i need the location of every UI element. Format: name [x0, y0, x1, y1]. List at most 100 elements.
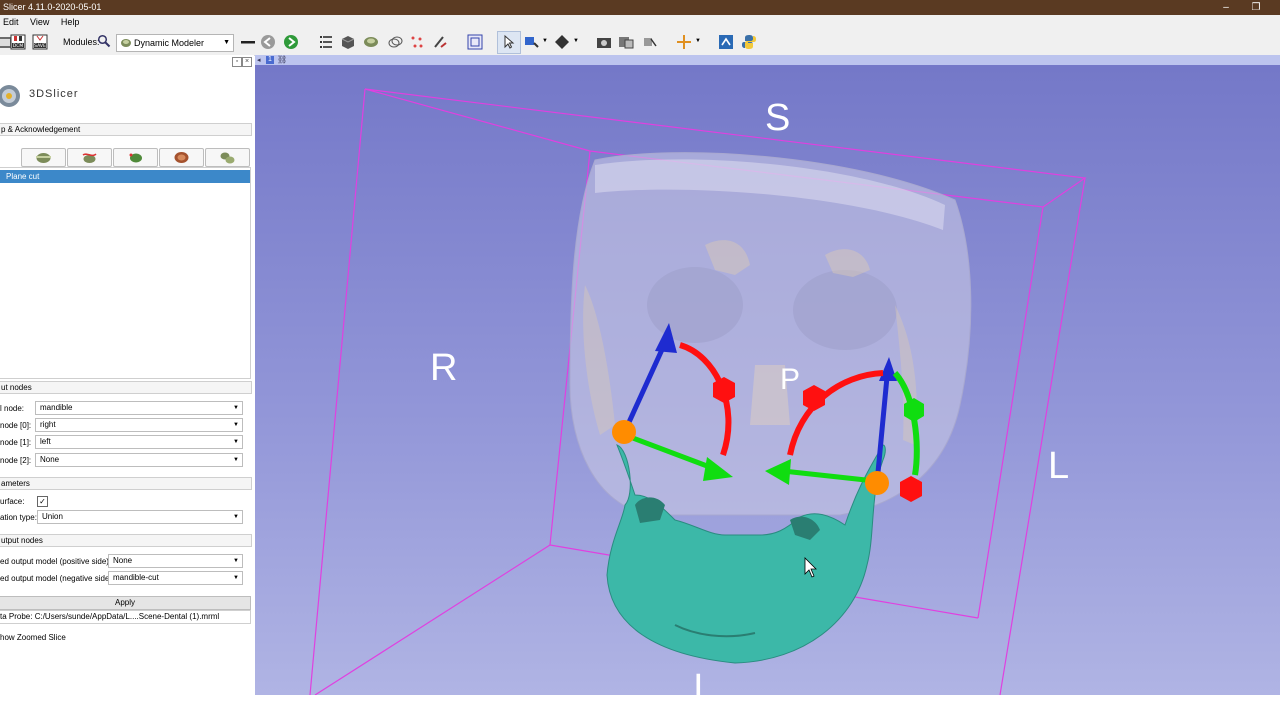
panel-close-icon[interactable]: × — [242, 57, 252, 67]
plane-cut-tool-button[interactable] — [21, 148, 66, 167]
save-icon[interactable]: SAVE — [31, 33, 49, 51]
view-controller-bar[interactable]: ◂ 1 ⛓ — [255, 55, 1280, 65]
menu-edit[interactable]: Edit — [3, 15, 19, 29]
module-history-icon[interactable] — [239, 33, 257, 51]
cap-surface-checkbox[interactable]: ✓ — [37, 496, 48, 507]
volumes-module-icon[interactable] — [339, 33, 357, 51]
crosshair-dropdown-arrow[interactable]: ▼ — [573, 38, 579, 44]
place-fiducial-icon[interactable] — [523, 33, 541, 51]
chevron-down-icon: ▼ — [233, 457, 239, 463]
negative-output-combo[interactable]: mandible-cut ▼ — [108, 571, 243, 585]
3d-view[interactable]: S R P L I — [255, 65, 1280, 695]
list-item[interactable]: Plane cut — [0, 170, 250, 183]
models-module-icon[interactable] — [362, 33, 380, 51]
window-title: Slicer 4.11.0-2020-05-01 — [3, 2, 102, 12]
orientation-label-superior: S — [765, 97, 791, 139]
chevron-down-icon: ▼ — [233, 575, 239, 581]
main-toolbar: DCM SAVE Modules: Dynamic Modeler ▼ ▼ ▼ … — [0, 29, 1280, 56]
operation-type-combo[interactable]: Union ▼ — [37, 510, 243, 524]
margin-tool-icon — [220, 152, 235, 164]
chevron-down-icon: ▼ — [223, 39, 230, 46]
crosshair-icon[interactable] — [553, 33, 571, 51]
mirror-tool-icon — [129, 153, 142, 163]
data-probe-bar[interactable]: ta Probe: C:/Users/sunde/AppData/L....Sc… — [0, 610, 251, 624]
plane-node-2-label: node [2]: — [0, 456, 32, 465]
input-nodes-section[interactable]: ut nodes — [0, 381, 252, 394]
transforms-module-icon[interactable] — [386, 33, 404, 51]
plane-node-2-combo[interactable]: None ▼ — [35, 453, 243, 467]
extension-manager-icon[interactable] — [717, 33, 735, 51]
minimize-button[interactable]: – — [1211, 0, 1241, 15]
bounding-box-edge — [999, 177, 1086, 695]
3d-scene — [309, 88, 1087, 695]
bounding-box-edge — [314, 544, 551, 695]
left-orbit — [793, 270, 897, 350]
curve-cut-tool-icon — [82, 153, 97, 163]
dcm-icon[interactable]: DCM — [9, 33, 27, 51]
chevron-down-icon: ▼ — [233, 514, 239, 520]
svg-text:DCM: DCM — [13, 43, 24, 49]
menu-help[interactable]: Help — [61, 15, 80, 29]
orientation-label-posterior: P — [780, 363, 801, 396]
pointer-mode-icon[interactable] — [499, 33, 517, 51]
model-node-label: l node: — [0, 404, 25, 413]
curve-cut-tool-button[interactable] — [67, 148, 112, 167]
left-plane-origin-handle[interactable] — [865, 471, 889, 495]
view-number: 1 — [266, 56, 274, 64]
pin-icon[interactable]: ◂ — [257, 56, 261, 64]
editor-module-icon[interactable] — [431, 33, 449, 51]
restore-button[interactable]: ❐ — [1241, 0, 1271, 15]
plane-node-0-label: node [0]: — [0, 421, 32, 430]
slicer-logo-icon — [0, 85, 20, 107]
parameters-section[interactable]: ameters — [0, 477, 252, 490]
model-node-combo[interactable]: mandible ▼ — [35, 401, 243, 415]
plane-node-1-combo[interactable]: left ▼ — [35, 435, 243, 449]
place-dropdown-arrow[interactable]: ▼ — [542, 38, 548, 44]
plane-node-0-combo[interactable]: right ▼ — [35, 418, 243, 432]
model-node-value: mandible — [40, 403, 73, 412]
svg-text:SAVE: SAVE — [34, 43, 46, 49]
right-orbit — [647, 267, 743, 343]
panel-float-icon[interactable]: ▫ — [232, 57, 242, 67]
apply-button[interactable]: Apply — [0, 596, 251, 610]
crosshair-toggle-icon[interactable] — [675, 33, 693, 51]
module-search-icon[interactable] — [97, 34, 111, 48]
right-plane-origin-handle[interactable] — [612, 420, 636, 444]
show-zoomed-slice-label[interactable]: how Zoomed Slice — [0, 633, 66, 642]
operation-type-value: Union — [42, 512, 63, 521]
back-arrow-icon[interactable] — [259, 33, 277, 51]
cap-surface-label: urface: — [0, 497, 25, 506]
module-panel: ▫ × 3DSlicer p & Acknowledgement Plane c… — [0, 55, 254, 720]
module-selector-value: Dynamic Modeler — [134, 38, 205, 48]
data-module-icon[interactable] — [317, 33, 335, 51]
bounding-box-edge — [977, 206, 1044, 619]
extensions-icon[interactable] — [641, 33, 659, 51]
title-bar: Slicer 4.11.0-2020-05-01 – ❐ — [0, 0, 1280, 15]
help-acknowledgement-section[interactable]: p & Acknowledgement — [0, 123, 252, 136]
module-selector[interactable]: Dynamic Modeler ▼ — [116, 34, 234, 52]
bounding-box-edge — [309, 88, 366, 695]
chevron-down-icon: ▼ — [233, 558, 239, 564]
hollow-tool-icon — [174, 152, 189, 163]
crosshair-toggle-dropdown-arrow[interactable]: ▼ — [695, 38, 701, 44]
negative-output-label: ed output model (negative side): — [0, 574, 115, 583]
scene-view-icon[interactable] — [617, 33, 635, 51]
mirror-tool-button[interactable] — [113, 148, 158, 167]
output-nodes-section[interactable]: utput nodes — [0, 534, 252, 547]
plane-node-0-value: right — [40, 420, 56, 429]
menu-view[interactable]: View — [30, 15, 49, 29]
orientation-label-right: R — [430, 347, 458, 389]
margin-tool-button[interactable] — [205, 148, 250, 167]
markups-module-icon[interactable] — [408, 33, 426, 51]
screenshot-icon[interactable] — [595, 33, 613, 51]
link-icon[interactable]: ⛓ — [277, 55, 287, 64]
layout-icon[interactable] — [466, 33, 484, 51]
plane-node-1-value: left — [40, 437, 51, 446]
positive-output-combo[interactable]: None ▼ — [108, 554, 243, 568]
hollow-tool-button[interactable] — [159, 148, 204, 167]
python-console-icon[interactable] — [740, 33, 758, 51]
orientation-label-inferior: I — [693, 667, 704, 695]
positive-output-value: None — [113, 556, 133, 565]
tool-list[interactable]: Plane cut — [0, 167, 251, 379]
forward-arrow-icon[interactable] — [282, 33, 300, 51]
